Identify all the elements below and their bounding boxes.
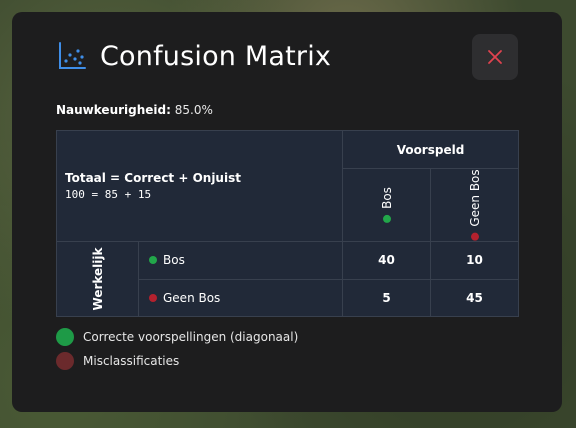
total-label: Totaal = Correct + Onjuist: [65, 171, 241, 185]
class-dot-red: [470, 232, 479, 241]
legend: Correcte voorspellingen (diagonaal) Misc…: [56, 328, 298, 376]
legend-item-correct: Correcte voorspellingen (diagonaal): [56, 328, 298, 346]
actual-class-geen-bos: Geen Bos: [138, 278, 343, 317]
row-label: Geen Bos: [163, 290, 221, 305]
close-button[interactable]: [472, 34, 518, 80]
legend-label: Misclassificaties: [83, 354, 180, 368]
confusion-matrix-table: Totaal = Correct + Onjuist 100 = 85 + 15…: [56, 130, 519, 317]
matrix-cell-bos-geen-bos: 10: [430, 241, 519, 280]
actual-class-bos: Bos: [138, 241, 343, 280]
class-dot-green: [149, 256, 157, 265]
predicted-class-geen-bos: Geen Bos: [430, 168, 519, 242]
total-cell: Totaal = Correct + Onjuist 100 = 85 + 15: [56, 130, 343, 242]
legend-swatch-misclassified: [56, 352, 74, 370]
class-dot-red: [149, 293, 157, 302]
modal-header: Confusion Matrix: [56, 40, 331, 72]
legend-label: Correcte voorspellingen (diagonaal): [83, 330, 299, 344]
close-icon: [488, 50, 502, 64]
class-dot-green: [382, 214, 391, 223]
legend-swatch-correct: [56, 328, 74, 346]
total-formula: 100 = 85 + 15: [65, 188, 152, 201]
actual-header: Werkelijk: [90, 247, 105, 311]
scatter-chart-icon: [59, 42, 86, 69]
matrix-cell-geen-bos-geen-bos: 45: [430, 278, 519, 317]
predicted-class-label: Geen Bos: [467, 169, 482, 227]
confusion-matrix-modal: Confusion Matrix Nauwkeurigheid: 85.0% T…: [12, 12, 562, 412]
predicted-class-label: Bos: [379, 187, 394, 209]
legend-item-misclassified: Misclassificaties: [56, 352, 298, 370]
accuracy-text: Nauwkeurigheid: 85.0%: [56, 103, 213, 117]
matrix-cell-geen-bos-bos: 5: [342, 278, 431, 317]
predicted-header: Voorspeld: [342, 130, 519, 169]
accuracy-label: Nauwkeurigheid:: [56, 103, 171, 117]
matrix-cell-bos-bos: 40: [342, 241, 431, 280]
row-label: Bos: [163, 253, 185, 268]
actual-header-cell: Werkelijk: [56, 241, 139, 317]
accuracy-value: 85.0%: [174, 103, 213, 117]
modal-title: Confusion Matrix: [100, 40, 332, 72]
predicted-class-bos: Bos: [342, 168, 431, 242]
